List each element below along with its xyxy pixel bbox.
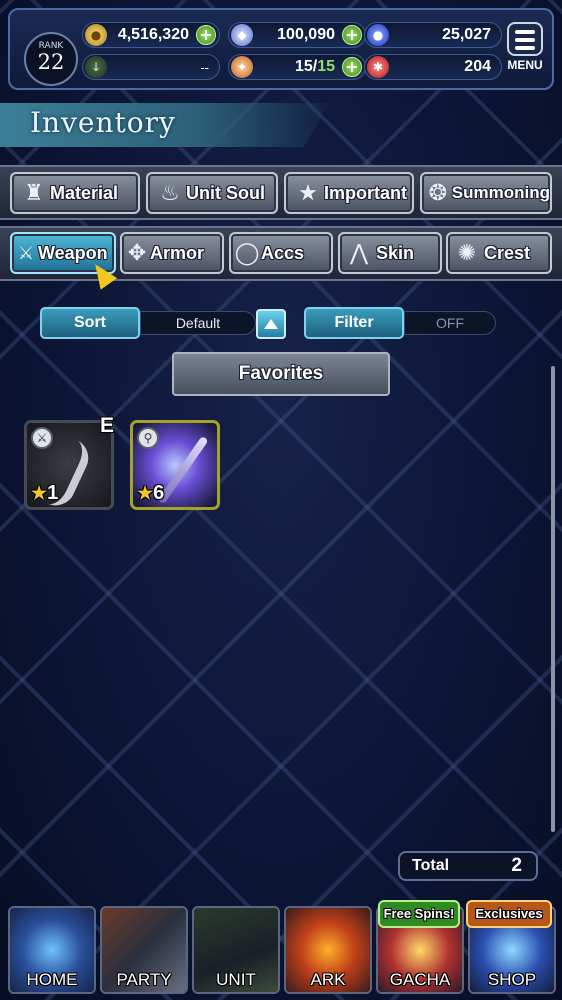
tab-weapon-label: Weapon <box>38 242 108 263</box>
blue-orb-counter: ● 25,027 <box>364 22 502 48</box>
sort-value[interactable]: Default <box>140 311 256 335</box>
red-orb-value: 204 <box>464 58 491 75</box>
staff-type-icon: ⚲ <box>137 427 159 449</box>
tab-important-label: Important <box>324 182 407 203</box>
hamburger-icon <box>507 22 543 56</box>
tab-material-label: Material <box>50 182 119 203</box>
exclusives-badge: Exclusives <box>466 900 552 928</box>
tab-skin[interactable]: ⋀ Skin <box>338 232 442 274</box>
add-stamina-button[interactable]: + <box>342 57 362 77</box>
blue-orb-value: 25,027 <box>442 26 491 43</box>
summon-crest-icon: ❂ <box>428 180 448 206</box>
total-label: Total <box>412 857 450 874</box>
staff-art <box>157 435 209 505</box>
equipped-mark: E <box>100 414 115 437</box>
crystal-counter: ◆ 100,090 + <box>228 22 366 48</box>
bag-icon: ♜ <box>24 180 44 206</box>
tab-important[interactable]: ★ Important <box>284 172 414 214</box>
menu-button[interactable]: MENU <box>504 22 546 76</box>
page-title: Inventory <box>30 106 176 139</box>
crest-icon: ✺ <box>457 240 477 266</box>
tab-armor-label: Armor <box>150 242 205 263</box>
free-spins-badge: Free Spins! <box>378 900 460 928</box>
sword-emblem-icon: ↓ <box>85 56 107 78</box>
gil-counter: ● 4,516,320 + <box>82 22 220 48</box>
blue-orb-icon: ● <box>367 24 389 46</box>
nav-home-label: HOME <box>26 970 78 989</box>
arrow-up-icon <box>264 319 278 329</box>
total-counter: Total 2 <box>398 851 538 881</box>
sort-button[interactable]: Sort <box>40 307 140 339</box>
star-icon: ★ <box>298 180 318 206</box>
empty-value: -- <box>200 60 209 75</box>
tab-unit-soul[interactable]: ♨ Unit Soul <box>146 172 278 214</box>
nav-unit-label: UNIT <box>216 970 256 989</box>
star-icon: ★ <box>137 483 154 503</box>
sword-icon: ⚔ <box>17 242 35 264</box>
crystal-value: 100,090 <box>277 26 335 43</box>
ring-icon: ◯ <box>234 240 260 266</box>
nav-shop-label: SHOP <box>487 970 537 989</box>
scrollbar[interactable] <box>551 366 555 832</box>
total-value: 2 <box>511 855 522 876</box>
filter-value[interactable]: OFF <box>404 311 496 335</box>
tab-crest[interactable]: ✺ Crest <box>446 232 552 274</box>
soul-flame-icon: ♨ <box>160 180 180 206</box>
tab-unit-soul-label: Unit Soul <box>186 182 265 203</box>
tab-crest-label: Crest <box>484 242 531 263</box>
filter-button[interactable]: Filter <box>304 307 404 339</box>
tab-accs[interactable]: ◯ Accs <box>229 232 333 274</box>
nav-party[interactable]: PARTY <box>100 906 188 994</box>
sword-type-icon: ⚔ <box>31 427 53 449</box>
nav-ark[interactable]: ARK <box>284 906 372 994</box>
stamina-max: 15 <box>317 58 335 75</box>
status-bar: RANK 22 ● 4,516,320 + ◆ 100,090 + ● 25,0… <box>8 8 554 90</box>
nav-home[interactable]: HOME <box>8 906 96 994</box>
nav-unit[interactable]: UNIT <box>192 906 280 994</box>
red-orb-icon: ✱ <box>367 56 389 78</box>
armor-icon: ✥ <box>127 240 147 266</box>
add-crystal-button[interactable]: + <box>342 25 362 45</box>
add-gil-button[interactable]: + <box>196 25 216 45</box>
red-orb-counter: ✱ 204 <box>364 54 502 80</box>
rank-value: 22 <box>37 50 65 74</box>
stamina-current: 15/ <box>294 58 318 75</box>
rank-badge: RANK 22 <box>24 32 78 86</box>
sort-order-button[interactable] <box>256 309 286 339</box>
stamina-pouch-icon: ✦ <box>231 56 253 78</box>
tab-armor[interactable]: ✥ Armor <box>120 232 224 274</box>
tab-material[interactable]: ♜ Material <box>10 172 140 214</box>
item-rarity: ★1 <box>31 482 58 505</box>
stamina-counter: ✦ 15/15 + <box>228 54 366 80</box>
nav-party-label: PARTY <box>116 970 172 989</box>
tab-summoning-label: Summoning <box>451 183 550 202</box>
tab-accs-label: Accs <box>261 242 305 263</box>
nav-ark-label: ARK <box>310 970 346 989</box>
nav-gacha-label: GACHA <box>389 970 451 989</box>
gil-coin-icon: ● <box>85 24 107 46</box>
crystal-icon: ◆ <box>231 24 253 46</box>
item-rarity-value: 6 <box>153 482 165 504</box>
empty-counter: ↓ -- <box>82 54 220 80</box>
tab-summoning[interactable]: ❂ Summoning <box>420 172 552 214</box>
star-icon: ★ <box>31 483 48 503</box>
tab-skin-label: Skin <box>376 242 415 263</box>
stamina-value: 15/15 <box>295 58 335 76</box>
favorites-button[interactable]: Favorites <box>172 352 390 396</box>
inventory-item[interactable]: ⚲ ★6 <box>130 420 220 510</box>
item-rarity-value: 1 <box>47 482 59 504</box>
menu-label: MENU <box>507 58 543 72</box>
gil-value: 4,516,320 <box>117 26 189 43</box>
item-rarity: ★6 <box>137 482 164 505</box>
hanger-icon: ⋀ <box>349 240 369 266</box>
